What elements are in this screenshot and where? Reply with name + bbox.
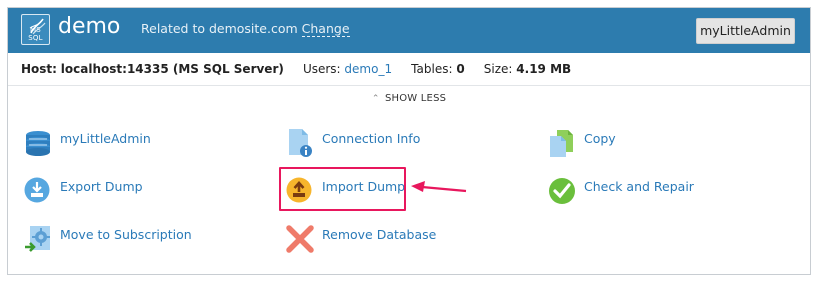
copy-documents-icon — [550, 130, 573, 157]
action-label: Connection Info — [322, 131, 421, 146]
mssql-logo-icon: MS SQL — [21, 14, 50, 45]
users-link[interactable]: demo_1 — [344, 62, 392, 76]
move-gear-icon — [25, 226, 50, 252]
host-label: Host: — [21, 62, 57, 76]
database-info: Host: localhost:14335 (MS SQL Server) Us… — [21, 62, 571, 76]
related-text: Related to demosite.com — [141, 21, 298, 36]
document-info-icon — [289, 129, 312, 157]
size-value: 4.19 MB — [516, 62, 572, 76]
action-connection-info[interactable]: Connection Info — [286, 128, 486, 162]
action-copy[interactable]: Copy — [548, 128, 748, 162]
change-link[interactable]: Change — [301, 21, 350, 37]
host-value: localhost:14335 (MS SQL Server) — [60, 62, 284, 76]
users-label: Users: — [302, 62, 341, 76]
action-remove-database[interactable]: Remove Database — [286, 224, 486, 258]
logo-text: MS SQL — [28, 26, 43, 42]
action-label: Export Dump — [60, 179, 143, 194]
action-label: Copy — [584, 131, 616, 146]
database-panel: MS SQL demo Related to demosite.com Chan… — [7, 7, 811, 275]
database-name: demo — [58, 14, 121, 39]
tables-value: 0 — [456, 62, 465, 76]
action-label: myLittleAdmin — [60, 131, 151, 146]
action-export-dump[interactable]: Export Dump — [24, 176, 224, 210]
action-check-repair[interactable]: Check and Repair — [548, 176, 748, 210]
show-less-label: SHOW LESS — [384, 93, 447, 104]
remove-x-icon — [286, 225, 314, 253]
action-label: Move to Subscription — [60, 227, 192, 242]
action-mylittleadmin[interactable]: myLittleAdmin — [24, 128, 224, 162]
divider — [8, 85, 810, 86]
action-move-subscription[interactable]: Move to Subscription — [24, 224, 244, 258]
pointer-arrow-icon — [411, 181, 467, 193]
checkmark-icon — [549, 178, 575, 204]
highlight-box — [279, 167, 406, 211]
related-domain: Related to demosite.com Change — [141, 21, 350, 37]
size-label: Size: — [483, 62, 513, 76]
export-download-icon — [24, 177, 50, 203]
chevron-up-icon: ⌃ — [371, 94, 380, 104]
tables-label: Tables: — [411, 62, 453, 76]
database-stack-icon — [26, 131, 50, 156]
mylittleadmin-button[interactable]: myLittleAdmin — [696, 18, 795, 44]
show-less-toggle[interactable]: ⌃ SHOW LESS — [8, 93, 810, 104]
database-header: MS SQL demo Related to demosite.com Chan… — [8, 8, 810, 53]
action-label: Remove Database — [322, 227, 437, 242]
action-label: Check and Repair — [584, 179, 694, 194]
